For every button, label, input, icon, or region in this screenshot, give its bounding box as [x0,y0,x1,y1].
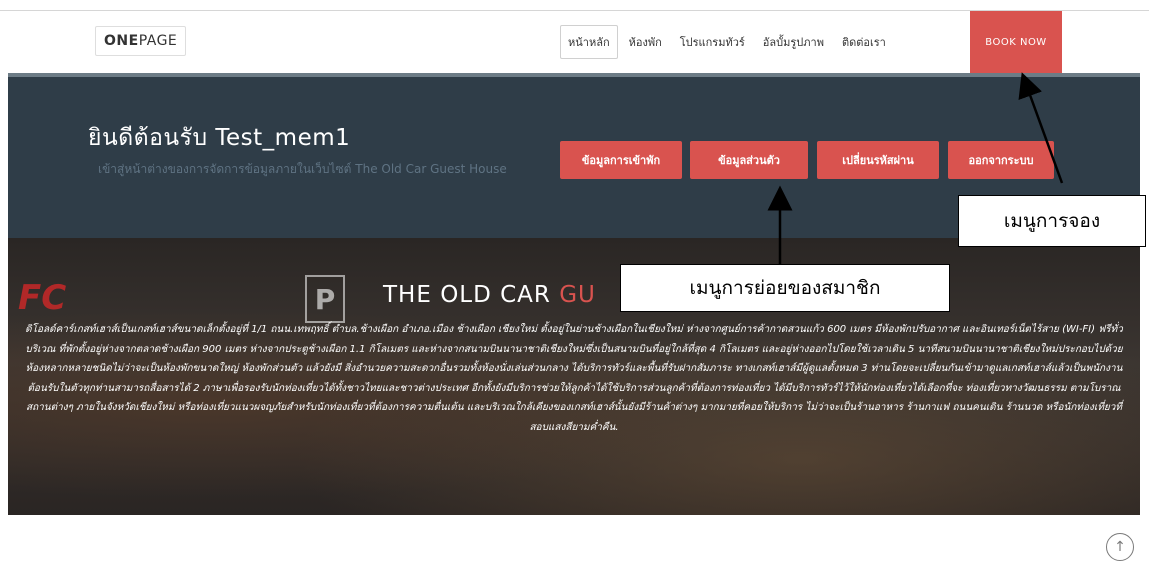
main-nav: หน้าหลัก ห้องพัก โปรแกรมทัวร์ อัลบั้มรูป… [560,25,897,59]
booking-menu-callout: เมนูการจอง [958,195,1146,247]
logo[interactable]: ONEPAGE [95,26,187,56]
stay-info-button[interactable]: ข้อมูลการเข้าพัก [560,141,682,179]
welcome-subtitle: เข้าสู่หน้าต่างของการจัดการข้อมูลภายในเว… [98,162,507,176]
book-now-button[interactable]: BOOK NOW [970,11,1062,73]
hero-title-accent: GU [559,282,596,308]
nav-contact[interactable]: ติดต่อเรา [835,26,893,58]
profile-button[interactable]: ข้อมูลส่วนตัว [690,141,808,179]
hero-sign-fc: FC [18,278,67,318]
hero-description: ดิโอลด์คาร์เกสท์เฮาส์เป็นเกสท์เฮาส์ขนาดเ… [25,324,1123,433]
nav-album[interactable]: อัลบั้มรูปภาพ [756,26,831,58]
logout-button[interactable]: ออกจากระบบ [948,141,1054,179]
top-border [0,0,1149,11]
nav-home[interactable]: หน้าหลัก [560,25,618,59]
change-password-button[interactable]: เปลี่ยนรหัสผ่าน [817,141,939,179]
logo-bold: ONE [104,33,139,49]
member-submenu-callout: เมนูการย่อยของสมาชิก [620,264,950,312]
navbar: ONEPAGE หน้าหลัก ห้องพัก โปรแกรมทัวร์ อั… [0,11,1149,73]
parking-sign: P [305,275,345,323]
welcome-heading: ยินดีต้อนรับ Test_mem1 [88,125,351,151]
hero-title-main: THE OLD CAR [383,282,560,308]
member-panel-top-stripe [8,73,1140,77]
nav-tours[interactable]: โปรแกรมทัวร์ [673,26,752,58]
arrow-up-circle-icon[interactable]: ↑ [1106,533,1134,561]
nav-rooms[interactable]: ห้องพัก [622,26,669,58]
logo-rest: PAGE [138,33,178,49]
hero-title: THE OLD CAR GU [383,282,596,308]
